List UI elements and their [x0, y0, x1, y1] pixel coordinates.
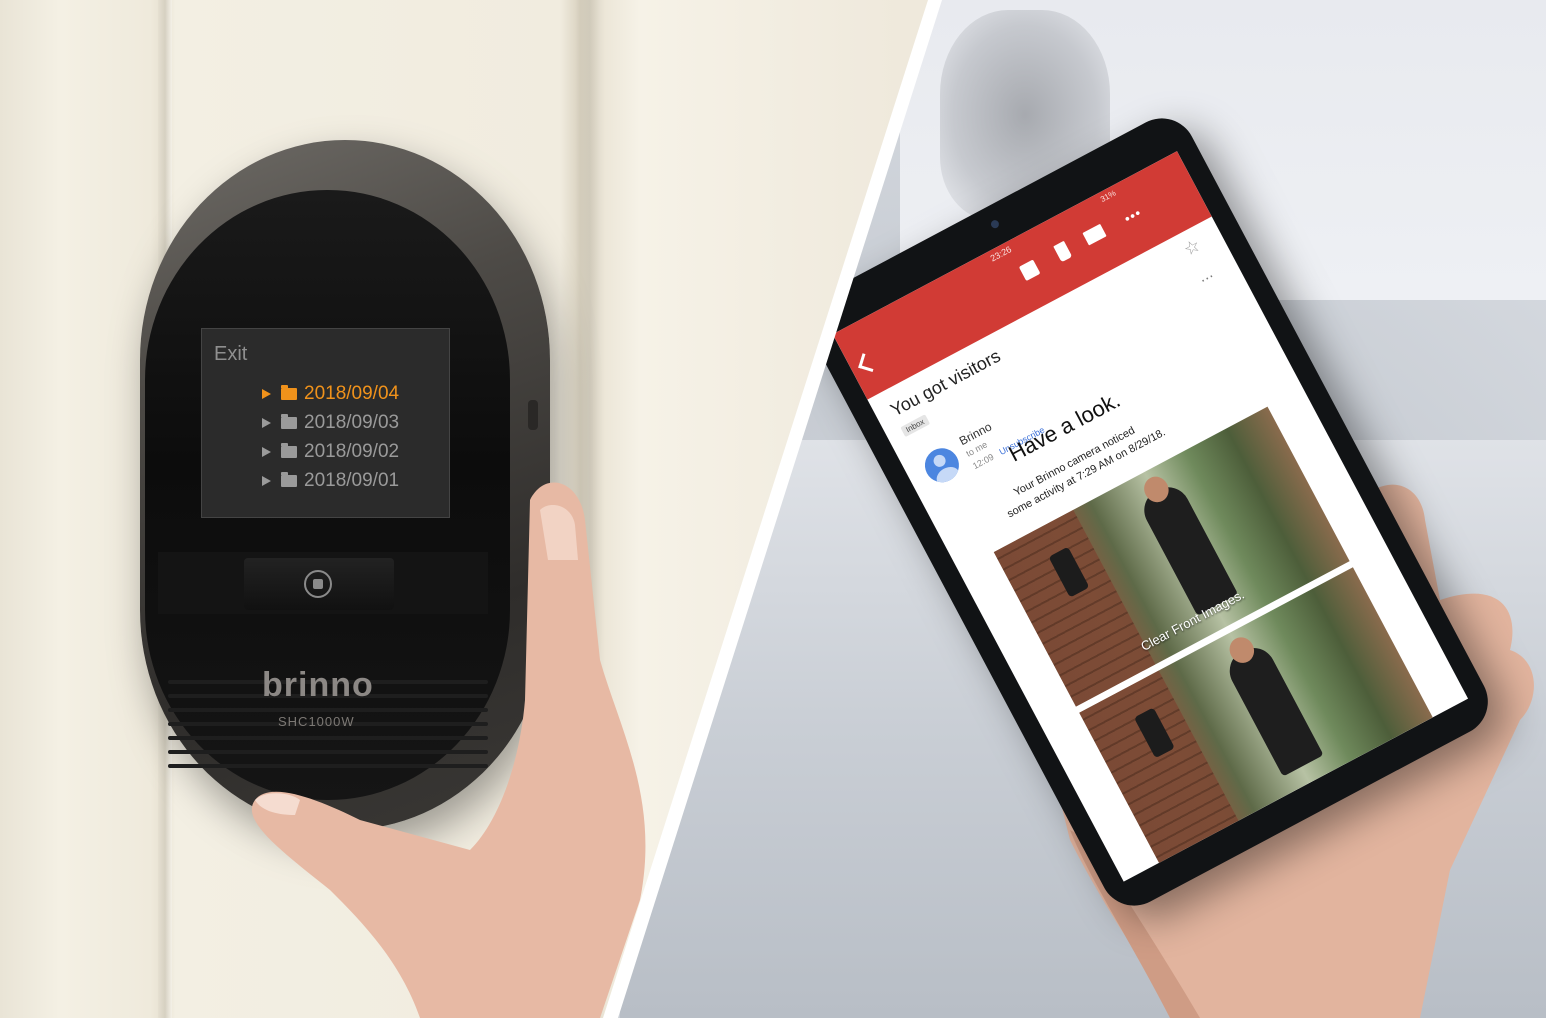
- more-options-icon[interactable]: •••: [1121, 204, 1144, 226]
- sender-avatar-icon: [918, 442, 965, 489]
- mail-icon[interactable]: [1082, 223, 1107, 246]
- message-more-icon[interactable]: ⋯: [1197, 268, 1217, 290]
- star-icon[interactable]: ☆: [1180, 235, 1204, 261]
- hand-left: [251, 482, 646, 1018]
- inbox-label[interactable]: Inbox: [900, 414, 930, 438]
- scene: Exit 2018/09/04 2018/09/03 2018/09/02 20…: [0, 0, 1546, 1018]
- status-battery: 31%: [1098, 188, 1118, 205]
- archive-icon[interactable]: [1018, 259, 1041, 282]
- back-arrow-icon[interactable]: [858, 353, 877, 373]
- delete-icon[interactable]: [1053, 240, 1073, 263]
